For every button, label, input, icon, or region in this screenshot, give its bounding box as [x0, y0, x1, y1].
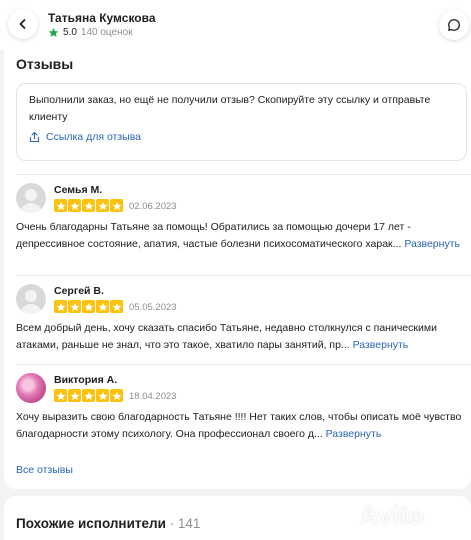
review-item: Семья М. 02.06.2023 Очень благодарны Тат…: [16, 183, 467, 268]
chat-bubble-icon: [448, 19, 460, 31]
star-icon: [110, 199, 123, 212]
star-icon: [96, 389, 109, 402]
review-item: Виктория А. 18.04.2023 Хочу выразить сво…: [16, 373, 467, 445]
star-icon: [54, 300, 67, 313]
info-text: Выполнили заказ, но ещё не получили отзы…: [29, 94, 431, 123]
avatar: [16, 183, 46, 213]
star-icon: [96, 199, 109, 212]
review-body: Хочу выразить свою благодарность Татьяне…: [16, 411, 462, 440]
star-icon: [54, 389, 67, 402]
review-text: Хочу выразить свою благодарность Татьяне…: [16, 409, 464, 442]
star-icon: [48, 27, 59, 37]
performer-name: Татьяна Кумскова: [48, 11, 156, 25]
chat-button[interactable]: [439, 10, 469, 40]
star-icon: [68, 389, 81, 402]
star-icon: [110, 389, 123, 402]
star-icon: [82, 300, 95, 313]
reviewer-name: Сергей В.: [54, 285, 104, 297]
star-rating: [54, 199, 123, 212]
performer-rating: 5.0 140 оценок: [48, 27, 133, 38]
star-rating: [54, 300, 123, 313]
reviews-card: Отзывы Выполнили заказ, но ещё не получи…: [4, 50, 471, 489]
rating-value: 5.0: [63, 27, 77, 38]
share-icon: [29, 131, 40, 143]
star-rating: [54, 389, 123, 402]
all-reviews-link[interactable]: Все отзывы: [16, 464, 73, 476]
avito-watermark: Avito: [360, 500, 425, 530]
review-link-info-box: Выполнили заказ, но ещё не получили отзы…: [16, 83, 467, 161]
star-icon: [110, 300, 123, 313]
reviewer-name: Семья М.: [54, 184, 103, 196]
top-header: Татьяна Кумскова 5.0 140 оценок: [0, 0, 471, 50]
star-icon: [82, 199, 95, 212]
review-item: Сергей В. 05.05.2023 Всем добрый день, х…: [16, 284, 467, 354]
star-icon: [82, 389, 95, 402]
review-body: Очень благодарны Татьяне за помощь! Обра…: [16, 221, 411, 250]
review-date: 02.06.2023: [129, 201, 177, 212]
expand-link[interactable]: Развернуть: [353, 339, 409, 351]
star-icon: [96, 300, 109, 313]
star-icon: [68, 300, 81, 313]
review-text: Очень благодарны Татьяне за помощь! Обра…: [16, 219, 464, 252]
avatar: [16, 373, 46, 403]
similar-count: · 141: [169, 516, 201, 531]
review-link[interactable]: Ссылка для отзыва: [29, 131, 141, 143]
similar-performers-title[interactable]: Похожие исполнители · 141: [16, 516, 200, 531]
expand-link[interactable]: Развернуть: [404, 238, 460, 250]
back-button[interactable]: [8, 9, 38, 39]
similar-title-text: Похожие исполнители: [16, 516, 166, 531]
star-icon: [68, 199, 81, 212]
review-date: 05.05.2023: [129, 302, 177, 313]
divider: [16, 364, 471, 365]
divider: [16, 174, 471, 175]
divider: [16, 275, 471, 276]
star-icon: [54, 199, 67, 212]
user-placeholder-icon: [20, 189, 42, 213]
user-placeholder-icon: [20, 290, 42, 314]
section-title: Отзывы: [16, 56, 74, 72]
rating-count: 140 оценок: [80, 27, 133, 38]
review-link-label: Ссылка для отзыва: [46, 131, 142, 143]
expand-link[interactable]: Развернуть: [326, 428, 382, 440]
avatar: [16, 284, 46, 314]
review-text: Всем добрый день, хочу сказать спасибо Т…: [16, 320, 464, 353]
reviewer-name: Виктория А.: [54, 374, 118, 386]
review-date: 18.04.2023: [129, 391, 177, 402]
chevron-left-icon: [19, 19, 26, 29]
